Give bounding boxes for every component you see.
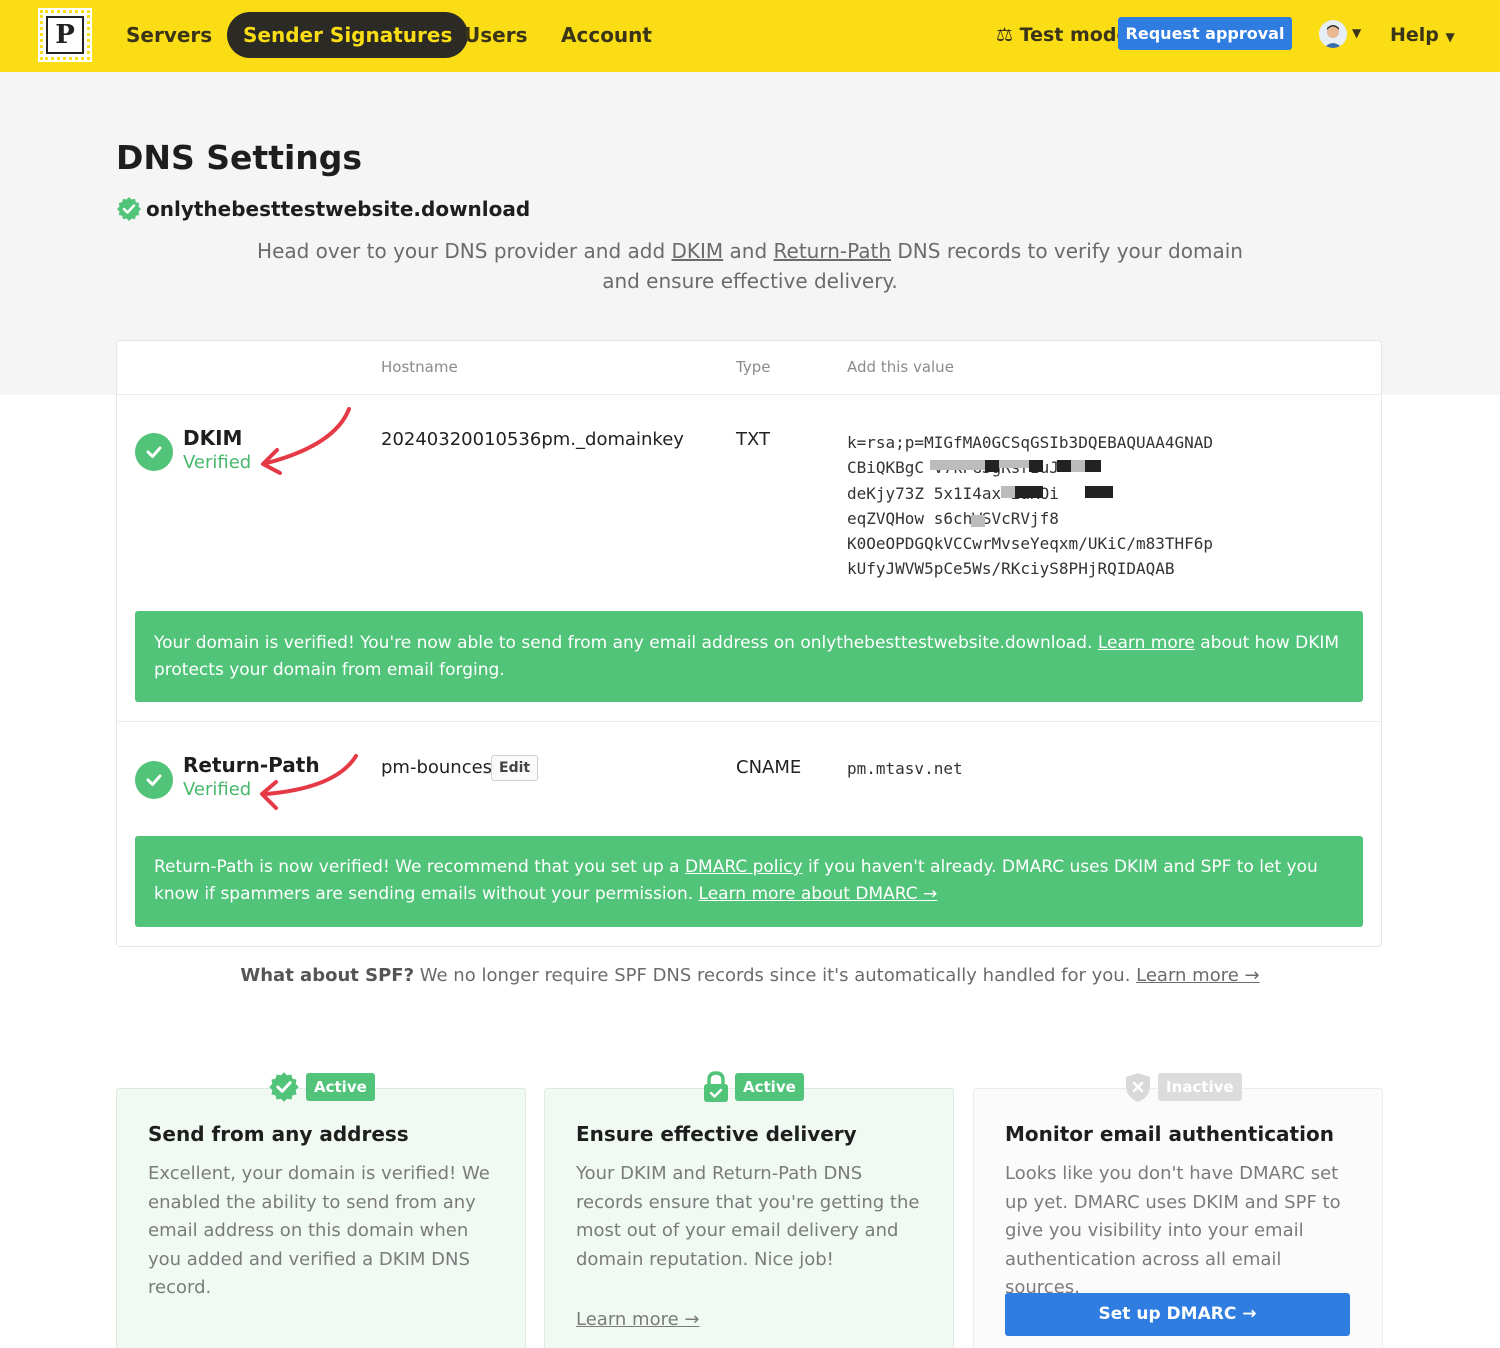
avatar-icon	[1319, 20, 1347, 48]
test-mode-label: Test mode	[1019, 24, 1130, 46]
intro-text: Head over to your DNS provider and add D…	[250, 236, 1250, 296]
dmarc-policy-link[interactable]: DMARC policy	[685, 857, 803, 877]
feature-body: Looks like you don't have DMARC set up y…	[1005, 1163, 1341, 1299]
spf-learn-more-link[interactable]: Learn more →	[1136, 965, 1259, 986]
dkim-check-icon	[135, 433, 173, 471]
domain-name: onlythebesttestwebsite.download	[146, 197, 531, 221]
redaction-block	[1001, 486, 1015, 498]
domain-line: onlythebesttestwebsite.download	[116, 196, 530, 222]
status-badge: Active	[735, 1073, 804, 1101]
top-navigation: P Servers Sender Signatures Users Accoun…	[0, 0, 1500, 72]
dkim-value-line: K0OeOPDGQkVCCwrMvseYeqxm/UKiC/m83THF6p	[847, 534, 1214, 554]
feature-body: Excellent, your domain is verified! We e…	[148, 1163, 490, 1299]
dkim-record-name: DKIM	[183, 426, 243, 450]
feature-title: Send from any address	[148, 1122, 409, 1146]
redaction-block	[1085, 460, 1101, 472]
spf-note: What about SPF? We no longer require SPF…	[0, 965, 1500, 986]
feature-title: Monitor email authentication	[1005, 1122, 1334, 1146]
redaction-block	[930, 460, 985, 470]
return-path-verified-notice: Return-Path is now verified! We recommen…	[135, 836, 1363, 927]
feature-badge-active: Active	[268, 1071, 375, 1103]
return-path-link[interactable]: Return-Path	[774, 239, 892, 263]
dkim-status: Verified	[183, 452, 252, 473]
dkim-value-line: kUfyJWVW5pCe5Ws/RKciyS8PHjRQIDAQAB	[847, 559, 1175, 579]
verified-badge-icon	[269, 1072, 299, 1102]
request-approval-button[interactable]: Request approval	[1118, 17, 1292, 50]
dkim-link[interactable]: DKIM	[672, 239, 724, 263]
user-avatar[interactable]	[1319, 20, 1347, 48]
feature-badge-active: Active	[703, 1071, 804, 1103]
header-divider	[117, 394, 1381, 395]
dkim-value[interactable]: k=rsa;p=MIGfMA0GCSqGSIb3DQEBAQUAA4GNAD C…	[847, 430, 1213, 582]
intro-part: and	[723, 239, 774, 263]
verified-badge-icon	[117, 197, 141, 221]
dkim-learn-more-link[interactable]: Learn more	[1098, 633, 1195, 653]
redaction-block	[1029, 460, 1043, 472]
nav-servers[interactable]: Servers	[126, 12, 212, 58]
avatar-caret-icon[interactable]: ▼	[1352, 26, 1361, 40]
set-up-dmarc-button[interactable]: Set up DMARC →	[1005, 1293, 1350, 1336]
redaction-block	[1015, 486, 1043, 498]
nav-account[interactable]: Account	[561, 12, 652, 58]
row-divider	[117, 721, 1381, 722]
redaction-block	[971, 515, 985, 527]
annotation-arrow-icon	[261, 407, 351, 475]
nav-users[interactable]: Users	[464, 12, 527, 58]
redaction-block	[999, 460, 1029, 468]
dkim-verified-notice: Your domain is verified! You're now able…	[135, 611, 1363, 702]
help-caret-icon: ▼	[1445, 30, 1455, 44]
dkim-value-line: eqZVQHow s6chWSVcRVjf8	[847, 508, 1059, 528]
intro-part: Head over to your DNS provider and add	[257, 239, 672, 263]
feature-badge-inactive: Inactive	[1124, 1071, 1242, 1103]
notice-text: Your domain is verified! You're now able…	[154, 633, 1098, 653]
column-type: Type	[736, 358, 771, 376]
return-path-status: Verified	[183, 779, 252, 800]
edit-return-path-button[interactable]: Edit	[491, 755, 539, 781]
feature-body: Your DKIM and Return-Path DNS records en…	[576, 1163, 920, 1270]
spf-heading: What about SPF?	[240, 965, 415, 986]
annotation-arrow-icon	[260, 754, 358, 810]
dkim-type: TXT	[736, 429, 771, 450]
dkim-hostname[interactable]: 20240320010536pm._domainkey	[381, 429, 684, 450]
redaction-block	[1057, 460, 1071, 472]
learn-more-dmarc-link[interactable]: Learn more about DMARC →	[699, 884, 938, 904]
column-hostname: Hostname	[381, 358, 458, 376]
logo-letter: P	[46, 16, 84, 54]
redaction-block	[1085, 486, 1113, 498]
redaction-block	[985, 460, 999, 472]
shield-icon	[1126, 1073, 1150, 1102]
dkim-value-line: k=rsa;p=MIGfMA0GCSqGSIb3DQEBAQUAA4GNAD	[847, 433, 1214, 452]
nav-sender-signatures[interactable]: Sender Signatures	[227, 12, 469, 58]
return-path-value[interactable]: pm.mtasv.net	[847, 759, 963, 778]
delivery-learn-more-link[interactable]: Learn more →	[576, 1309, 699, 1330]
flask-icon: ⚖	[996, 24, 1014, 46]
postmark-logo[interactable]: P	[38, 8, 92, 62]
spf-text: We no longer require SPF DNS records sin…	[414, 965, 1137, 986]
feature-title: Ensure effective delivery	[576, 1122, 857, 1146]
column-value: Add this value	[847, 358, 954, 376]
return-path-hostname[interactable]: pm-bounces	[381, 757, 492, 778]
notice-text: Return-Path is now verified! We recommen…	[154, 857, 685, 877]
status-badge: Inactive	[1158, 1073, 1242, 1101]
help-label: Help	[1390, 24, 1439, 46]
help-menu[interactable]: Help ▼	[1390, 12, 1455, 58]
test-mode-indicator[interactable]: ⚖ Test mode	[996, 12, 1129, 58]
redaction-block	[1071, 460, 1085, 472]
status-badge: Active	[306, 1073, 375, 1101]
page-title: DNS Settings	[116, 138, 363, 177]
return-path-check-icon	[135, 761, 173, 799]
return-path-type: CNAME	[736, 757, 802, 778]
lock-icon	[704, 1071, 728, 1102]
